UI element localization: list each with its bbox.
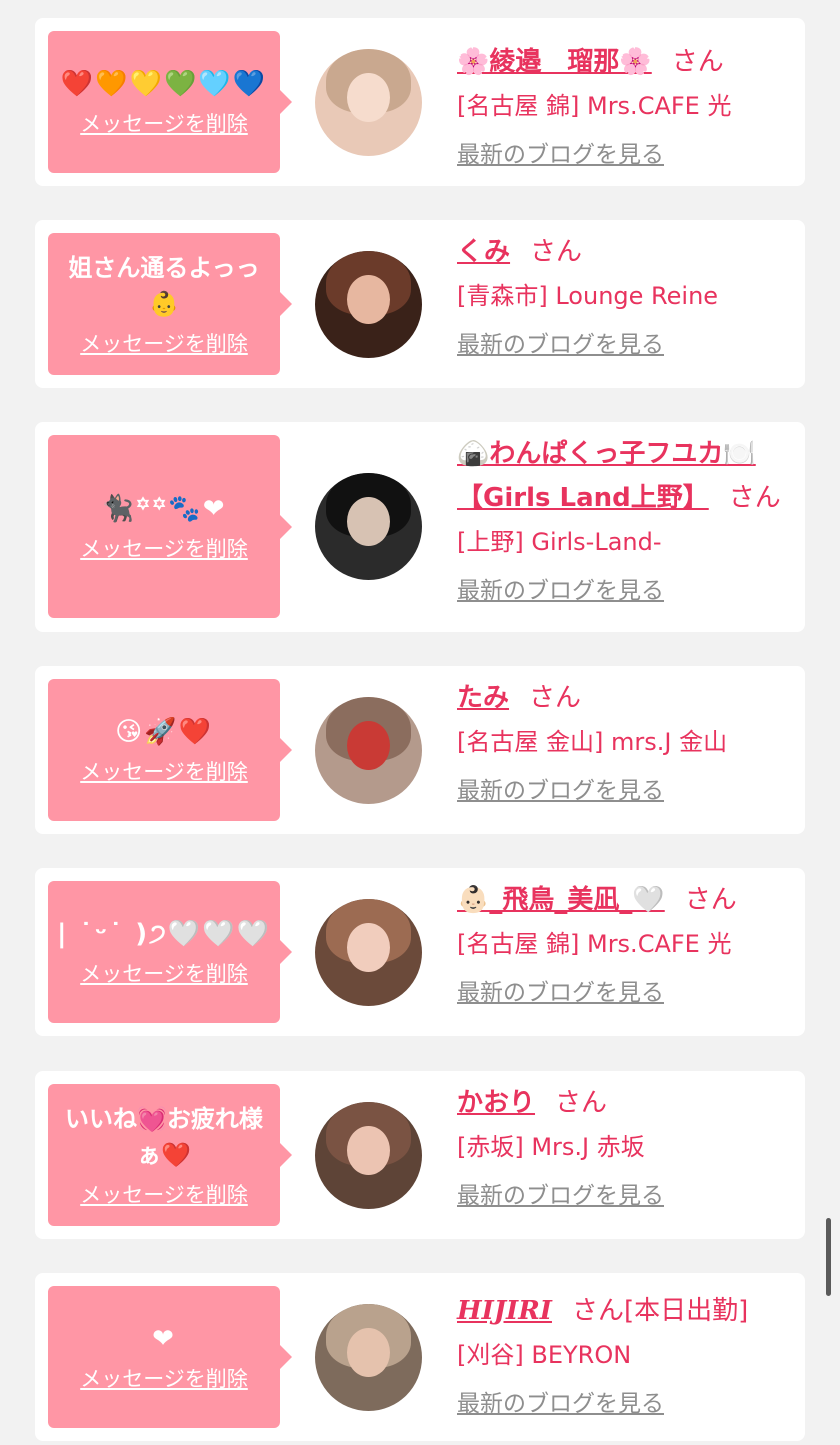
avatar[interactable] <box>315 1304 422 1411</box>
message-card: いいね💓お疲れ様 ぁ❤️ メッセージを削除 かおり さん [赤坂] Mrs.J 赤坂最新… <box>35 1071 805 1239</box>
name-line: たみ さん <box>457 676 797 720</box>
avatar-face <box>347 1125 390 1175</box>
name-line: 👶🏻_飛鳥_美凪_🤍 さん <box>457 878 797 922</box>
name-line: 🌸綾邉 瑠那🌸 さん <box>457 40 797 84</box>
name-suffix: さん <box>671 47 724 77</box>
name-line: くみ さん <box>457 230 797 274</box>
delete-message-link[interactable]: メッセージを削除 <box>80 533 248 563</box>
message-bubble: ❤️🧡💛💚🩵💙 メッセージを削除 <box>48 31 292 173</box>
message-card: 姐さん通るよっっ 👶 メッセージを削除 くみ さん [青森市] Lounge Reine… <box>35 220 805 388</box>
avatar[interactable] <box>315 473 422 580</box>
name-suffix: さん <box>728 483 781 513</box>
message-text: 姐さん通るよっっ 👶 <box>68 254 260 318</box>
delete-message-link[interactable]: メッセージを削除 <box>80 1179 248 1209</box>
latest-blog-link[interactable]: 最新のブログを見る <box>457 328 664 362</box>
name-line: 🍙わんぱくっ子フユカ🍽️【Girls Land上野】 さん <box>457 432 797 520</box>
delete-message-link[interactable]: メッセージを削除 <box>80 1363 248 1393</box>
profile-info: 🍙わんぱくっ子フユカ🍽️【Girls Land上野】 さん [上野] Girls-L… <box>457 432 797 608</box>
avatar-face <box>347 72 390 122</box>
avatar-face <box>347 720 390 770</box>
message-bubble: 姐さん通るよっっ 👶 メッセージを削除 <box>48 233 292 375</box>
avatar-face <box>347 1327 390 1377</box>
profile-name-link[interactable]: くみ <box>457 237 510 267</box>
profile-info: たみ さん [名古屋 金山] mrs.J 金山最新のブログを見る <box>457 676 797 808</box>
name-suffix: さん <box>684 885 737 915</box>
message-bubble: ❤ メッセージを削除 <box>48 1286 292 1428</box>
profile-info: HIJIRI さん[本日出勤] [刈谷] BEYRON 最新のブログを見る <box>457 1289 797 1421</box>
avatar[interactable] <box>315 251 422 358</box>
message-text: ❤ <box>152 1324 176 1354</box>
profile-info: 🌸綾邉 瑠那🌸 さん [名古屋 錦] Mrs.CAFE 光最新のブログを見る <box>457 40 797 172</box>
message-card: 😘🚀❤️ メッセージを削除 たみ さん [名古屋 金山] mrs.J 金山最新のブログを… <box>35 666 805 834</box>
avatar-face <box>347 274 390 324</box>
profile-name-link[interactable]: かおり <box>457 1088 535 1118</box>
message-text: いいね💓お疲れ様 ぁ❤️ <box>65 1105 263 1169</box>
message-card: ❤️🧡💛💚🩵💙 メッセージを削除 🌸綾邉 瑠那🌸 さん [名古屋 錦] Mrs.CAFE… <box>35 18 805 186</box>
profile-info: かおり さん [赤坂] Mrs.J 赤坂最新のブログを見る <box>457 1081 797 1213</box>
name-line: かおり さん <box>457 1081 797 1125</box>
profile-name-link[interactable]: たみ <box>457 683 509 713</box>
shop-label: [刈谷] BEYRON <box>457 1341 632 1369</box>
profile-info: 👶🏻_飛鳥_美凪_🤍 さん [名古屋 錦] Mrs.CAFE 光最新のブログを見る <box>457 878 797 1010</box>
name-suffix: さん <box>530 237 583 267</box>
profile-name-link[interactable]: 🍙わんぱくっ子フユカ🍽️【Girls Land上野】 <box>457 439 756 513</box>
avatar[interactable] <box>315 1102 422 1209</box>
message-bubble: 🐈‍⬛꙳꙳🐾❤ メッセージを削除 <box>48 435 292 618</box>
message-bubble: | ˙ᵕ˙ )੭🤍🤍🤍 メッセージを削除 <box>48 881 292 1023</box>
profile-name-link[interactable]: 🌸綾邉 瑠那🌸 <box>457 47 652 77</box>
message-text: 🐈‍⬛꙳꙳🐾❤ <box>101 493 227 524</box>
message-bubble: いいね💓お疲れ様 ぁ❤️ メッセージを削除 <box>48 1084 292 1226</box>
shop-label: [赤坂] Mrs.J 赤坂 <box>457 1133 645 1161</box>
latest-blog-link[interactable]: 最新のブログを見る <box>457 574 664 608</box>
name-suffix: さん <box>555 1088 608 1118</box>
message-bubble: 😘🚀❤️ メッセージを削除 <box>48 679 292 821</box>
avatar[interactable] <box>315 49 422 156</box>
avatar-face <box>347 922 390 972</box>
avatar-face <box>347 496 390 546</box>
delete-message-link[interactable]: メッセージを削除 <box>80 958 248 988</box>
scrollbar[interactable] <box>826 1218 831 1296</box>
name-line: HIJIRI さん[本日出勤] <box>457 1289 797 1333</box>
shop-label: [名古屋 金山] mrs.J 金山 <box>457 728 728 756</box>
profile-name-link[interactable]: 👶🏻_飛鳥_美凪_🤍 <box>457 885 665 915</box>
message-card: 🐈‍⬛꙳꙳🐾❤ メッセージを削除 🍙わんぱくっ子フユカ🍽️【Girls Land上野… <box>35 422 805 632</box>
message-card: | ˙ᵕ˙ )੭🤍🤍🤍 メッセージを削除 👶🏻_飛鳥_美凪_🤍 さん [名古屋 錦] M… <box>35 868 805 1036</box>
latest-blog-link[interactable]: 最新のブログを見る <box>457 774 664 808</box>
shop-label: [名古屋 錦] Mrs.CAFE 光 <box>457 92 732 120</box>
shop-label: [上野] Girls-Land- <box>457 528 662 556</box>
delete-message-link[interactable]: メッセージを削除 <box>80 108 248 138</box>
message-card: ❤ メッセージを削除 HIJIRI さん[本日出勤] [刈谷] BEYRON 最新のブログ… <box>35 1273 805 1441</box>
avatar[interactable] <box>315 899 422 1006</box>
latest-blog-link[interactable]: 最新のブログを見る <box>457 1179 664 1213</box>
message-text: ❤️🧡💛💚🩵💙 <box>60 69 268 99</box>
message-text: 😘🚀❤️ <box>115 717 213 747</box>
shop-label: [名古屋 錦] Mrs.CAFE 光 <box>457 930 732 958</box>
avatar[interactable] <box>315 697 422 804</box>
profile-info: くみ さん [青森市] Lounge Reine 最新のブログを見る <box>457 230 797 362</box>
name-suffix: さん[本日出勤] <box>571 1296 749 1326</box>
delete-message-link[interactable]: メッセージを削除 <box>80 756 248 786</box>
name-suffix: さん <box>529 683 582 713</box>
latest-blog-link[interactable]: 最新のブログを見る <box>457 976 664 1010</box>
delete-message-link[interactable]: メッセージを削除 <box>80 328 248 358</box>
latest-blog-link[interactable]: 最新のブログを見る <box>457 138 664 172</box>
latest-blog-link[interactable]: 最新のブログを見る <box>457 1387 664 1421</box>
profile-name-link[interactable]: HIJIRI <box>457 1296 552 1326</box>
message-text: | ˙ᵕ˙ )੭🤍🤍🤍 <box>56 919 272 949</box>
shop-label: [青森市] Lounge Reine <box>457 282 719 310</box>
